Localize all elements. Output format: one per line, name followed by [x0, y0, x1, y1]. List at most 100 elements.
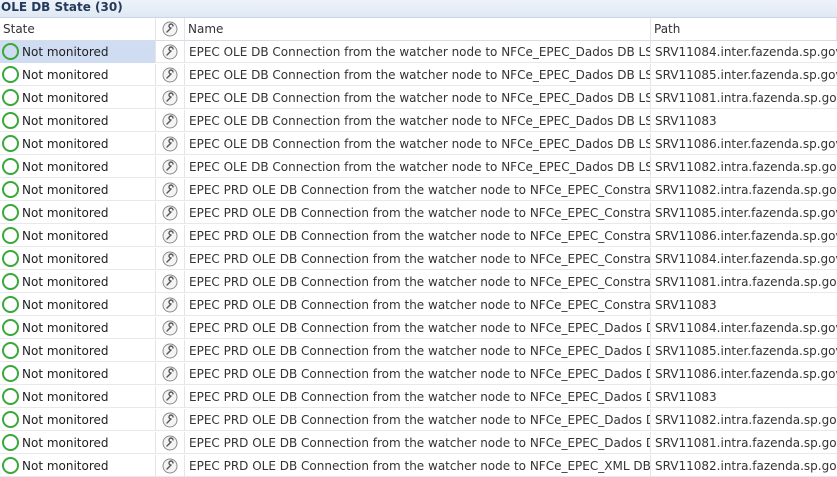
- wrench-icon: [162, 412, 178, 428]
- state-label: Not monitored: [22, 229, 109, 243]
- state-label: Not monitored: [22, 321, 109, 335]
- path-cell: SRV11081.intra.fazenda.sp.gov.br: [655, 91, 837, 105]
- wrench-icon: [162, 228, 178, 244]
- state-label: Not monitored: [22, 91, 109, 105]
- name-cell: EPEC PRD OLE DB Connection from the watc…: [185, 432, 651, 454]
- state-cell: Not monitored: [0, 317, 156, 339]
- type-icon-cell: [156, 41, 185, 63]
- path-cell: SRV11085.inter.fazenda.sp.gov.br: [655, 206, 837, 220]
- name-cell: EPEC PRD OLE DB Connection from the watc…: [185, 386, 651, 408]
- type-icon-cell: [156, 225, 185, 247]
- table-row[interactable]: Not monitored EPEC OLE DB Connection from…: [0, 110, 837, 132]
- path-cell: SRV11085.inter.fazenda.sp.gov.br: [655, 68, 837, 82]
- table-header: State Name Path: [0, 18, 837, 41]
- empty-circle-icon: [2, 158, 19, 175]
- wrench-icon: [162, 44, 178, 60]
- path-cell: SRV11086.inter.fazenda.sp.gov.br: [655, 137, 837, 151]
- wrench-icon: [162, 136, 178, 152]
- table-row[interactable]: Not monitored EPEC OLE DB Connection from…: [0, 87, 837, 109]
- wrench-icon: [162, 21, 178, 37]
- type-icon-cell: [156, 363, 185, 385]
- table-row[interactable]: Not monitored EPEC PRD OLE DB Connection …: [0, 248, 837, 270]
- wrench-icon: [162, 366, 178, 382]
- path-cell: SRV11083: [655, 114, 717, 128]
- state-cell: Not monitored: [0, 179, 156, 201]
- table-row[interactable]: Not monitored EPEC PRD OLE DB Connection …: [0, 340, 837, 362]
- name-cell: EPEC PRD OLE DB Connection from the watc…: [185, 271, 651, 293]
- table-row[interactable]: Not monitored EPEC PRD OLE DB Connection …: [0, 179, 837, 201]
- wrench-icon: [162, 205, 178, 221]
- table-row[interactable]: Not monitored EPEC OLE DB Connection from…: [0, 41, 837, 63]
- wrench-icon: [162, 435, 178, 451]
- name-cell: EPEC OLE DB Connection from the watcher …: [185, 133, 651, 155]
- state-label: Not monitored: [22, 367, 109, 381]
- type-icon-cell: [156, 87, 185, 109]
- column-header-state[interactable]: State: [0, 18, 156, 40]
- wrench-icon: [162, 274, 178, 290]
- empty-circle-icon: [2, 434, 19, 451]
- state-label: Not monitored: [22, 137, 109, 151]
- empty-circle-icon: [2, 43, 19, 60]
- table-row[interactable]: Not monitored EPEC PRD OLE DB Connection …: [0, 363, 837, 385]
- empty-circle-icon: [2, 204, 19, 221]
- wrench-icon: [162, 458, 178, 474]
- name-cell: EPEC OLE DB Connection from the watcher …: [185, 110, 651, 132]
- column-header-path[interactable]: Path: [651, 18, 837, 40]
- state-label: Not monitored: [22, 413, 109, 427]
- panel-title: OLE DB State (30): [1, 0, 123, 14]
- type-icon-cell: [156, 294, 185, 316]
- empty-circle-icon: [2, 227, 19, 244]
- state-cell: Not monitored: [0, 386, 156, 408]
- wrench-icon: [162, 389, 178, 405]
- name-cell: EPEC PRD OLE DB Connection from the watc…: [185, 363, 651, 385]
- column-header-name[interactable]: Name: [185, 18, 651, 40]
- state-label: Not monitored: [22, 298, 109, 312]
- state-cell: Not monitored: [0, 248, 156, 270]
- type-icon-cell: [156, 133, 185, 155]
- table-row[interactable]: Not monitored EPEC PRD OLE DB Connection …: [0, 455, 837, 477]
- path-cell: SRV11082.intra.fazenda.sp.gov.br: [655, 459, 837, 473]
- state-cell: Not monitored: [0, 156, 156, 178]
- state-cell: Not monitored: [0, 64, 156, 86]
- table-row[interactable]: Not monitored EPEC PRD OLE DB Connection …: [0, 317, 837, 339]
- type-icon-cell: [156, 179, 185, 201]
- table-row[interactable]: Not monitored EPEC PRD OLE DB Connection …: [0, 386, 837, 408]
- empty-circle-icon: [2, 296, 19, 313]
- table-row[interactable]: Not monitored EPEC PRD OLE DB Connection …: [0, 225, 837, 247]
- type-icon-cell: [156, 455, 185, 477]
- table-row[interactable]: Not monitored EPEC PRD OLE DB Connection …: [0, 294, 837, 316]
- path-cell: SRV11081.intra.fazenda.sp.gov.br: [655, 275, 837, 289]
- state-label: Not monitored: [22, 160, 109, 174]
- empty-circle-icon: [2, 365, 19, 382]
- state-cell: Not monitored: [0, 363, 156, 385]
- table-row[interactable]: Not monitored EPEC PRD OLE DB Connection …: [0, 202, 837, 224]
- state-cell: Not monitored: [0, 225, 156, 247]
- table-row[interactable]: Not monitored EPEC PRD OLE DB Connection …: [0, 409, 837, 431]
- state-cell: Not monitored: [0, 41, 156, 63]
- table-row[interactable]: Not monitored EPEC OLE DB Connection from…: [0, 133, 837, 155]
- type-icon-cell: [156, 386, 185, 408]
- state-label: Not monitored: [22, 206, 109, 220]
- column-header-icon[interactable]: [156, 18, 185, 40]
- table-row[interactable]: Not monitored EPEC OLE DB Connection from…: [0, 156, 837, 178]
- path-cell: SRV11084.inter.fazenda.sp.gov.br: [655, 45, 837, 59]
- table-row[interactable]: Not monitored EPEC OLE DB Connection from…: [0, 64, 837, 86]
- empty-circle-icon: [2, 66, 19, 83]
- type-icon-cell: [156, 317, 185, 339]
- path-cell: SRV11086.inter.fazenda.sp.gov.br: [655, 229, 837, 243]
- name-cell: EPEC PRD OLE DB Connection from the watc…: [185, 202, 651, 224]
- table-row[interactable]: Not monitored EPEC PRD OLE DB Connection …: [0, 271, 837, 293]
- state-cell: Not monitored: [0, 133, 156, 155]
- type-icon-cell: [156, 248, 185, 270]
- state-label: Not monitored: [22, 183, 109, 197]
- state-cell: Not monitored: [0, 294, 156, 316]
- empty-circle-icon: [2, 89, 19, 106]
- state-cell: Not monitored: [0, 202, 156, 224]
- table-row[interactable]: Not monitored EPEC PRD OLE DB Connection …: [0, 432, 837, 454]
- name-cell: EPEC PRD OLE DB Connection from the watc…: [185, 340, 651, 362]
- name-cell: EPEC OLE DB Connection from the watcher …: [185, 87, 651, 109]
- state-cell: Not monitored: [0, 340, 156, 362]
- name-cell: EPEC PRD OLE DB Connection from the watc…: [185, 409, 651, 431]
- type-icon-cell: [156, 202, 185, 224]
- name-cell: EPEC PRD OLE DB Connection from the watc…: [185, 248, 651, 270]
